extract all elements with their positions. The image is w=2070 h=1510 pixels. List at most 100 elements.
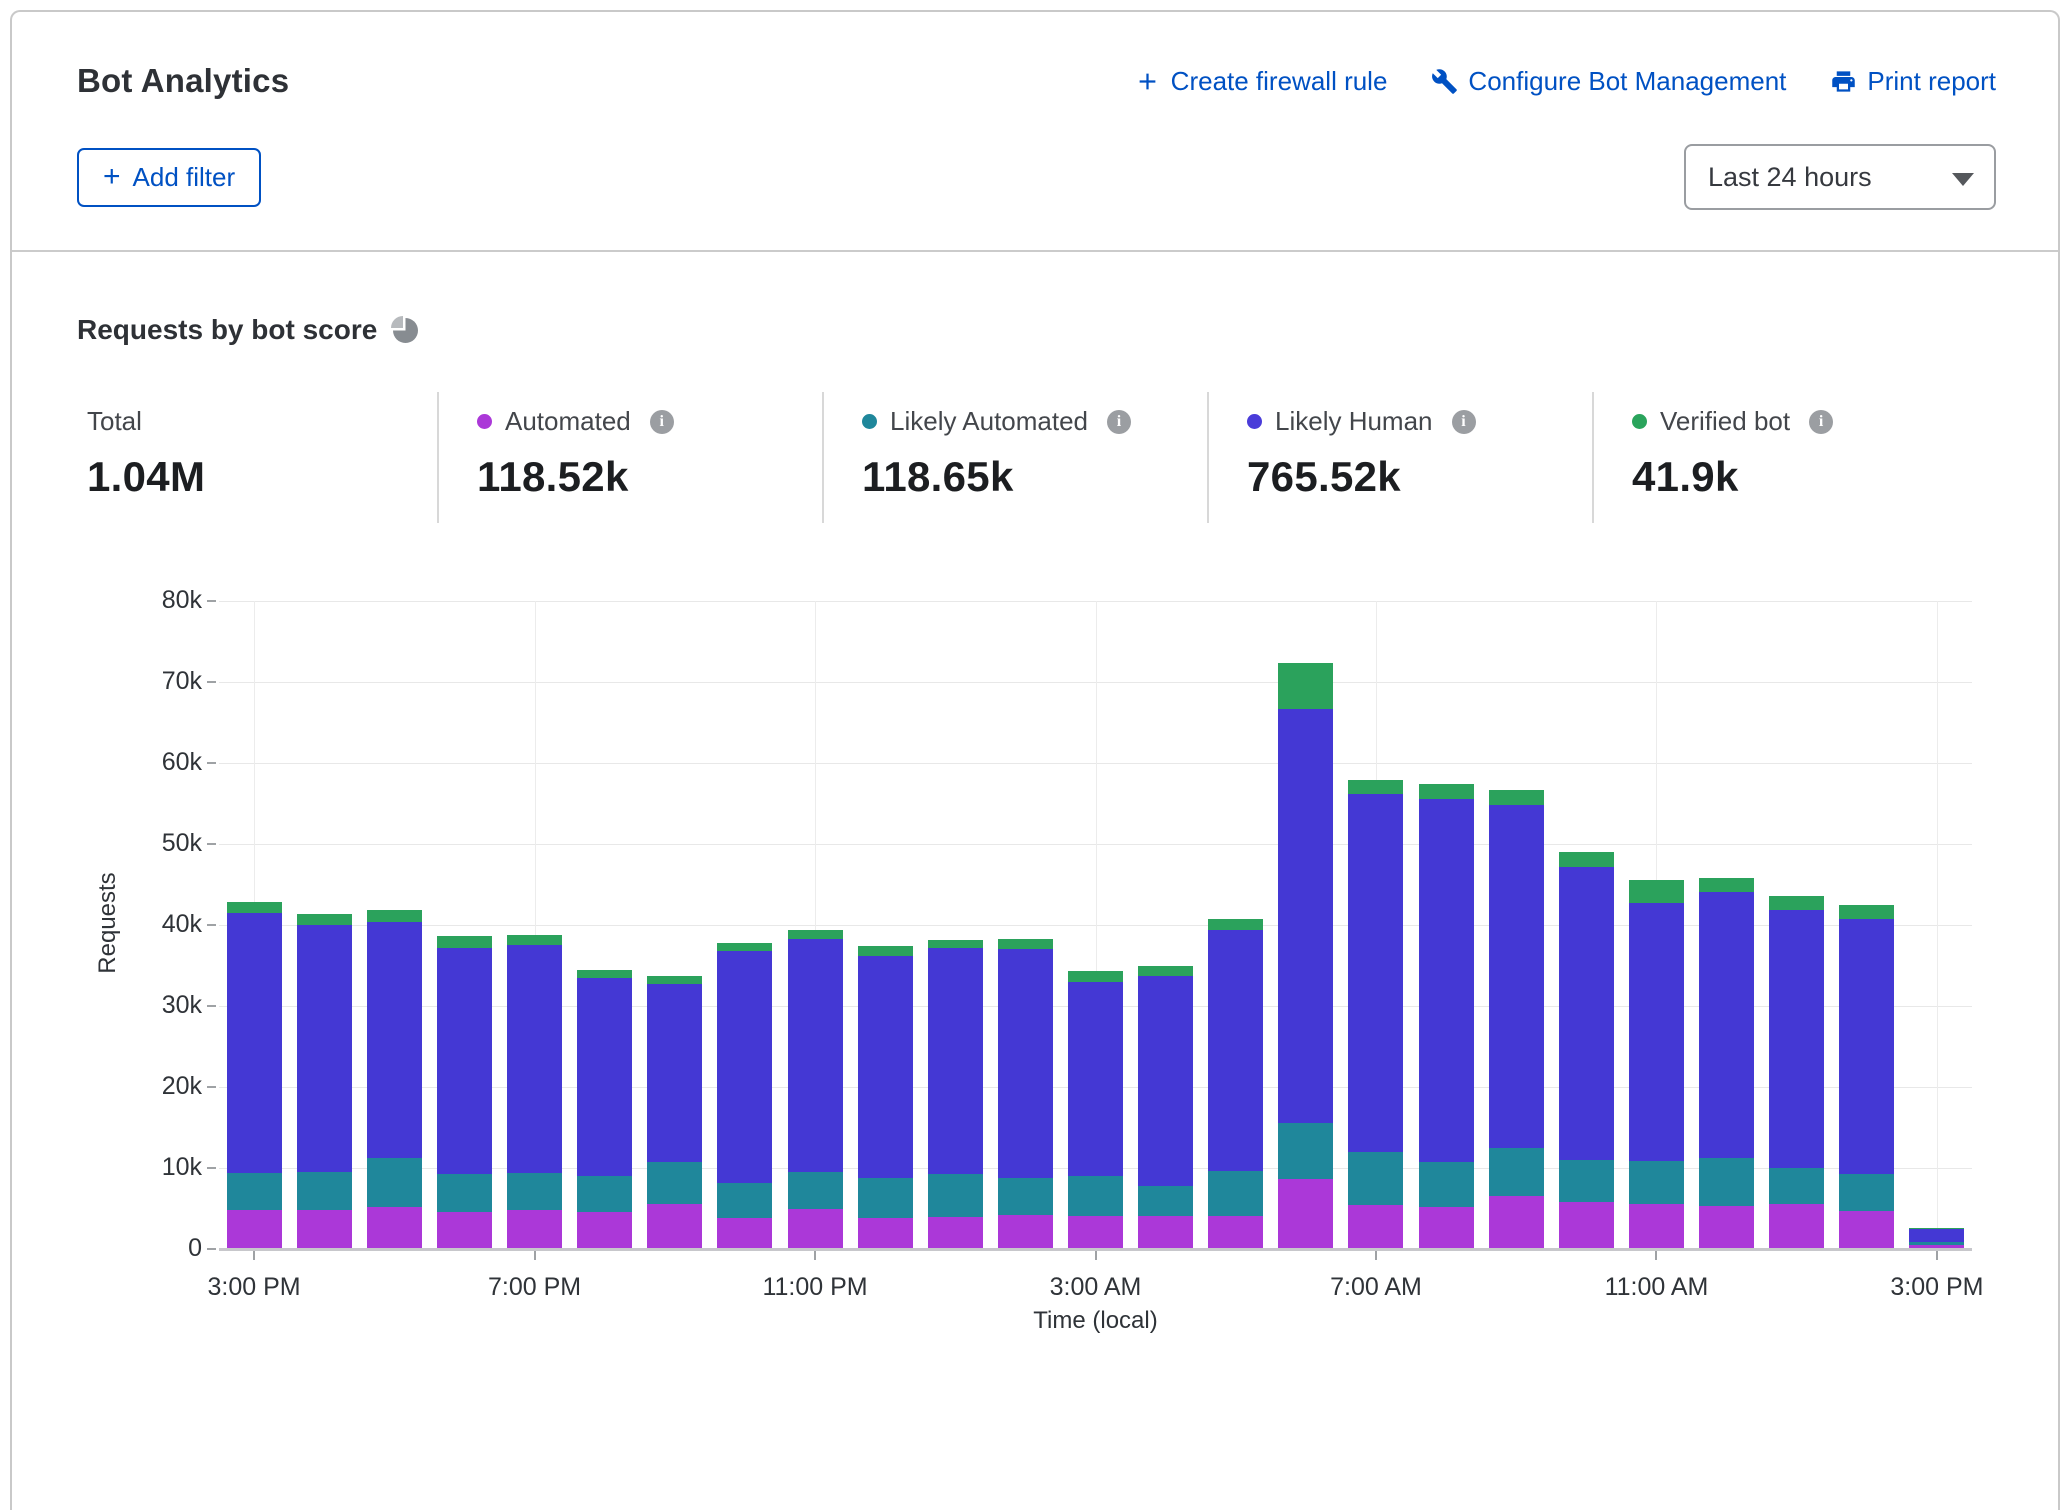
bar[interactable] (577, 970, 632, 1248)
bar[interactable] (1138, 966, 1193, 1248)
info-icon[interactable]: i (650, 410, 674, 434)
x-tick-label: 7:00 AM (1296, 1273, 1456, 1302)
x-axis-tick (814, 1251, 816, 1260)
action-label: Print report (1867, 66, 1996, 97)
chart-section: Requests by bot score Total 1.04M Automa… (12, 314, 2058, 1339)
bar-segment-automated (1208, 1216, 1263, 1248)
bar-segment-automated (1138, 1216, 1193, 1248)
bar-segment-likely-human (1699, 892, 1754, 1158)
x-tick-label: 7:00 PM (455, 1273, 615, 1302)
bar-segment-likely-automated (647, 1162, 702, 1203)
bar[interactable] (297, 914, 352, 1248)
bot-analytics-card: Bot Analytics Create firewall rule Confi… (10, 10, 2060, 1510)
time-range-select[interactable]: Last 24 hours (1684, 144, 1996, 210)
bar[interactable] (1909, 1228, 1964, 1248)
bar[interactable] (1348, 780, 1403, 1248)
color-dot (862, 414, 877, 429)
bar[interactable] (367, 910, 422, 1248)
bar-segment-verified-bot (998, 939, 1053, 949)
bar[interactable] (788, 930, 843, 1248)
bar-segment-likely-automated (1068, 1176, 1123, 1216)
bar-segment-likely-human (858, 956, 913, 1177)
bar-segment-likely-automated (227, 1173, 282, 1210)
bar-segment-likely-automated (1769, 1168, 1824, 1204)
bar-segment-automated (858, 1218, 913, 1248)
bar-segment-automated (717, 1218, 772, 1248)
bar-segment-verified-bot (1699, 878, 1754, 893)
bar-segment-likely-human (1559, 867, 1614, 1160)
bar-segment-automated (1068, 1216, 1123, 1248)
bar-segment-likely-human (647, 984, 702, 1162)
bar[interactable] (858, 946, 913, 1248)
bar-segment-automated (437, 1212, 492, 1248)
bar-segment-verified-bot (858, 946, 913, 957)
bar-segment-likely-automated (1348, 1152, 1403, 1206)
header-divider (12, 250, 2058, 252)
bar[interactable] (507, 935, 562, 1248)
bar-segment-automated (1769, 1204, 1824, 1248)
bar-segment-automated (367, 1207, 422, 1248)
stat-label: Total (87, 406, 142, 437)
bar[interactable] (1769, 896, 1824, 1248)
bar-segment-automated (1559, 1202, 1614, 1248)
bar-segment-automated (577, 1212, 632, 1248)
print-report-link[interactable]: Print report (1830, 66, 1996, 97)
info-icon[interactable]: i (1809, 410, 1833, 434)
bar[interactable] (1419, 784, 1474, 1248)
wrench-icon (1431, 68, 1458, 95)
y-axis-tick (207, 681, 216, 683)
bar-segment-likely-human (1348, 794, 1403, 1152)
bar-segment-likely-human (1419, 799, 1474, 1163)
bar-segment-likely-human (1278, 709, 1333, 1124)
bar[interactable] (647, 976, 702, 1248)
configure-bot-management-link[interactable]: Configure Bot Management (1431, 66, 1786, 97)
plus-icon (1134, 68, 1161, 95)
bar[interactable] (1839, 905, 1894, 1248)
bar[interactable] (1208, 919, 1263, 1248)
bar[interactable] (1699, 878, 1754, 1248)
bar[interactable] (437, 936, 492, 1248)
bar[interactable] (1278, 663, 1333, 1248)
bar-segment-likely-automated (788, 1172, 843, 1209)
y-axis-tick (207, 1167, 216, 1169)
y-axis-tick (207, 924, 216, 926)
bar-segment-likely-human (367, 922, 422, 1159)
bar[interactable] (717, 943, 772, 1248)
stat-label: Automated (505, 406, 631, 437)
bar-segment-automated (1839, 1211, 1894, 1248)
y-axis-tick (207, 1005, 216, 1007)
bar-segment-verified-bot (1208, 919, 1263, 930)
stat-likely-automated: Likely Automated i 118.65k (822, 392, 1207, 523)
bar-segment-verified-bot (1559, 852, 1614, 867)
add-filter-button[interactable]: + Add filter (77, 148, 261, 207)
bar-segment-automated (297, 1210, 352, 1248)
y-axis-tick (207, 762, 216, 764)
info-icon[interactable]: i (1452, 410, 1476, 434)
x-tick-label: 3:00 AM (1016, 1273, 1176, 1302)
create-firewall-rule-link[interactable]: Create firewall rule (1134, 66, 1388, 97)
bar-segment-automated (227, 1210, 282, 1248)
bar[interactable] (1068, 971, 1123, 1248)
y-tick-label: 10k (102, 1153, 202, 1182)
bar-segment-likely-human (717, 951, 772, 1184)
bar[interactable] (1629, 880, 1684, 1248)
bar[interactable] (227, 902, 282, 1248)
bar-segment-likely-automated (1839, 1174, 1894, 1210)
bar[interactable] (1489, 790, 1544, 1248)
bar-segment-likely-automated (1278, 1123, 1333, 1179)
bar[interactable] (1559, 852, 1614, 1248)
card-header: Bot Analytics Create firewall rule Confi… (12, 12, 2058, 250)
bar[interactable] (928, 940, 983, 1248)
x-axis-tick (253, 1251, 255, 1260)
stat-label: Verified bot (1660, 406, 1790, 437)
x-axis-tick (1095, 1251, 1097, 1260)
bar-segment-likely-human (507, 945, 562, 1173)
bar-segment-verified-bot (227, 902, 282, 913)
info-icon[interactable]: i (1107, 410, 1131, 434)
bar-segment-verified-bot (1839, 905, 1894, 920)
bar-segment-likely-automated (1419, 1162, 1474, 1207)
bar-segment-likely-automated (1699, 1158, 1754, 1206)
stat-value: 41.9k (1632, 453, 1977, 501)
bar[interactable] (998, 939, 1053, 1248)
bar-segment-likely-automated (1489, 1148, 1544, 1196)
